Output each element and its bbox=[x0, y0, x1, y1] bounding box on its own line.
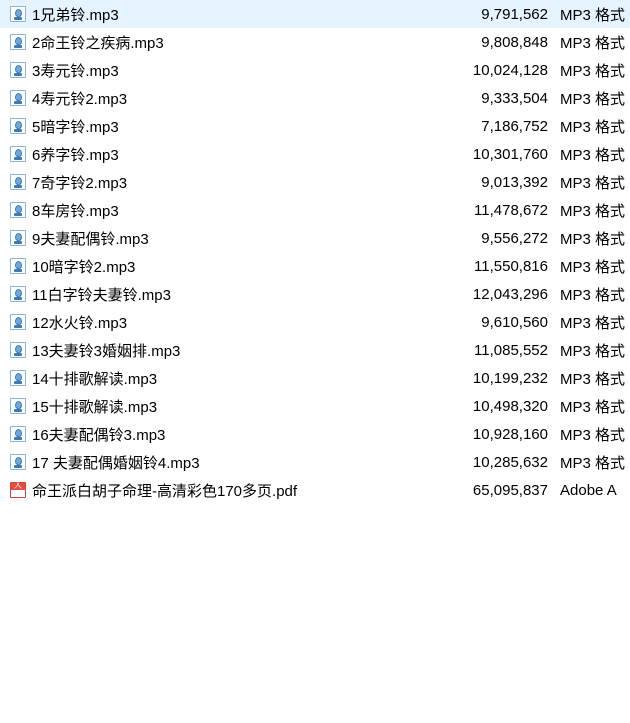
file-size: 7,186,752 bbox=[442, 118, 560, 135]
file-name: 4寿元铃2.mp3 bbox=[32, 88, 442, 109]
file-row[interactable]: 3寿元铃.mp310,024,128MP3 格式 bbox=[0, 56, 630, 84]
file-size: 11,478,672 bbox=[442, 202, 560, 219]
file-type: MP3 格式 bbox=[560, 396, 630, 417]
file-name: 9夫妻配偶铃.mp3 bbox=[32, 228, 442, 249]
file-list: 1兄弟铃.mp39,791,562MP3 格式2命王铃之疾病.mp39,808,… bbox=[0, 0, 630, 504]
file-size: 9,791,562 bbox=[442, 6, 560, 23]
file-type: MP3 格式 bbox=[560, 284, 630, 305]
pdf-file-icon bbox=[10, 482, 26, 498]
file-name: 7奇字铃2.mp3 bbox=[32, 172, 442, 193]
file-type: MP3 格式 bbox=[560, 4, 630, 25]
file-name: 2命王铃之疾病.mp3 bbox=[32, 32, 442, 53]
file-row[interactable]: 11白字铃夫妻铃.mp312,043,296MP3 格式 bbox=[0, 280, 630, 308]
file-row[interactable]: 16夫妻配偶铃3.mp310,928,160MP3 格式 bbox=[0, 420, 630, 448]
mp3-file-icon bbox=[10, 342, 26, 358]
file-type: MP3 格式 bbox=[560, 312, 630, 333]
file-name: 8车房铃.mp3 bbox=[32, 200, 442, 221]
file-type: MP3 格式 bbox=[560, 424, 630, 445]
file-type: MP3 格式 bbox=[560, 200, 630, 221]
file-row[interactable]: 1兄弟铃.mp39,791,562MP3 格式 bbox=[0, 0, 630, 28]
file-size: 10,498,320 bbox=[442, 398, 560, 415]
file-name: 16夫妻配偶铃3.mp3 bbox=[32, 424, 442, 445]
file-size: 10,928,160 bbox=[442, 426, 560, 443]
mp3-file-icon bbox=[10, 230, 26, 246]
file-row[interactable]: 10暗字铃2.mp311,550,816MP3 格式 bbox=[0, 252, 630, 280]
mp3-file-icon bbox=[10, 258, 26, 274]
mp3-file-icon bbox=[10, 90, 26, 106]
file-row[interactable]: 17 夫妻配偶婚姻铃4.mp310,285,632MP3 格式 bbox=[0, 448, 630, 476]
file-row[interactable]: 5暗字铃.mp37,186,752MP3 格式 bbox=[0, 112, 630, 140]
file-name: 命王派白胡子命理-高清彩色170多页.pdf bbox=[32, 480, 442, 501]
file-size: 9,556,272 bbox=[442, 230, 560, 247]
file-size: 9,610,560 bbox=[442, 314, 560, 331]
file-name: 10暗字铃2.mp3 bbox=[32, 256, 442, 277]
file-type: MP3 格式 bbox=[560, 60, 630, 81]
file-name: 12水火铃.mp3 bbox=[32, 312, 442, 333]
file-type: MP3 格式 bbox=[560, 144, 630, 165]
file-row[interactable]: 2命王铃之疾病.mp39,808,848MP3 格式 bbox=[0, 28, 630, 56]
mp3-file-icon bbox=[10, 118, 26, 134]
file-type: MP3 格式 bbox=[560, 452, 630, 473]
file-size: 10,301,760 bbox=[442, 146, 560, 163]
file-name: 17 夫妻配偶婚姻铃4.mp3 bbox=[32, 452, 442, 473]
mp3-file-icon bbox=[10, 426, 26, 442]
file-row[interactable]: 12水火铃.mp39,610,560MP3 格式 bbox=[0, 308, 630, 336]
file-type: Adobe A bbox=[560, 482, 630, 499]
mp3-file-icon bbox=[10, 454, 26, 470]
file-size: 10,199,232 bbox=[442, 370, 560, 387]
file-row[interactable]: 4寿元铃2.mp39,333,504MP3 格式 bbox=[0, 84, 630, 112]
file-row[interactable]: 8车房铃.mp311,478,672MP3 格式 bbox=[0, 196, 630, 224]
mp3-file-icon bbox=[10, 146, 26, 162]
file-size: 10,024,128 bbox=[442, 62, 560, 79]
file-type: MP3 格式 bbox=[560, 256, 630, 277]
file-type: MP3 格式 bbox=[560, 368, 630, 389]
mp3-file-icon bbox=[10, 202, 26, 218]
file-name: 5暗字铃.mp3 bbox=[32, 116, 442, 137]
file-row[interactable]: 15十排歌解读.mp310,498,320MP3 格式 bbox=[0, 392, 630, 420]
mp3-file-icon bbox=[10, 286, 26, 302]
file-type: MP3 格式 bbox=[560, 32, 630, 53]
file-size: 9,333,504 bbox=[442, 90, 560, 107]
file-name: 15十排歌解读.mp3 bbox=[32, 396, 442, 417]
file-size: 9,013,392 bbox=[442, 174, 560, 191]
mp3-file-icon bbox=[10, 370, 26, 386]
file-type: MP3 格式 bbox=[560, 88, 630, 109]
file-type: MP3 格式 bbox=[560, 228, 630, 249]
file-name: 6养字铃.mp3 bbox=[32, 144, 442, 165]
file-name: 3寿元铃.mp3 bbox=[32, 60, 442, 81]
file-name: 1兄弟铃.mp3 bbox=[32, 4, 442, 25]
file-name: 14十排歌解读.mp3 bbox=[32, 368, 442, 389]
mp3-file-icon bbox=[10, 398, 26, 414]
file-size: 11,550,816 bbox=[442, 258, 560, 275]
file-size: 10,285,632 bbox=[442, 454, 560, 471]
mp3-file-icon bbox=[10, 314, 26, 330]
file-size: 9,808,848 bbox=[442, 34, 560, 51]
file-row[interactable]: 13夫妻铃3婚姻排.mp311,085,552MP3 格式 bbox=[0, 336, 630, 364]
file-size: 65,095,837 bbox=[442, 482, 560, 499]
file-size: 11,085,552 bbox=[442, 342, 560, 359]
mp3-file-icon bbox=[10, 174, 26, 190]
file-type: MP3 格式 bbox=[560, 172, 630, 193]
file-row[interactable]: 6养字铃.mp310,301,760MP3 格式 bbox=[0, 140, 630, 168]
file-type: MP3 格式 bbox=[560, 116, 630, 137]
file-size: 12,043,296 bbox=[442, 286, 560, 303]
file-type: MP3 格式 bbox=[560, 340, 630, 361]
file-row[interactable]: 7奇字铃2.mp39,013,392MP3 格式 bbox=[0, 168, 630, 196]
mp3-file-icon bbox=[10, 62, 26, 78]
file-name: 11白字铃夫妻铃.mp3 bbox=[32, 284, 442, 305]
mp3-file-icon bbox=[10, 34, 26, 50]
file-name: 13夫妻铃3婚姻排.mp3 bbox=[32, 340, 442, 361]
file-row[interactable]: 9夫妻配偶铃.mp39,556,272MP3 格式 bbox=[0, 224, 630, 252]
mp3-file-icon bbox=[10, 6, 26, 22]
file-row[interactable]: 命王派白胡子命理-高清彩色170多页.pdf65,095,837Adobe A bbox=[0, 476, 630, 504]
file-row[interactable]: 14十排歌解读.mp310,199,232MP3 格式 bbox=[0, 364, 630, 392]
